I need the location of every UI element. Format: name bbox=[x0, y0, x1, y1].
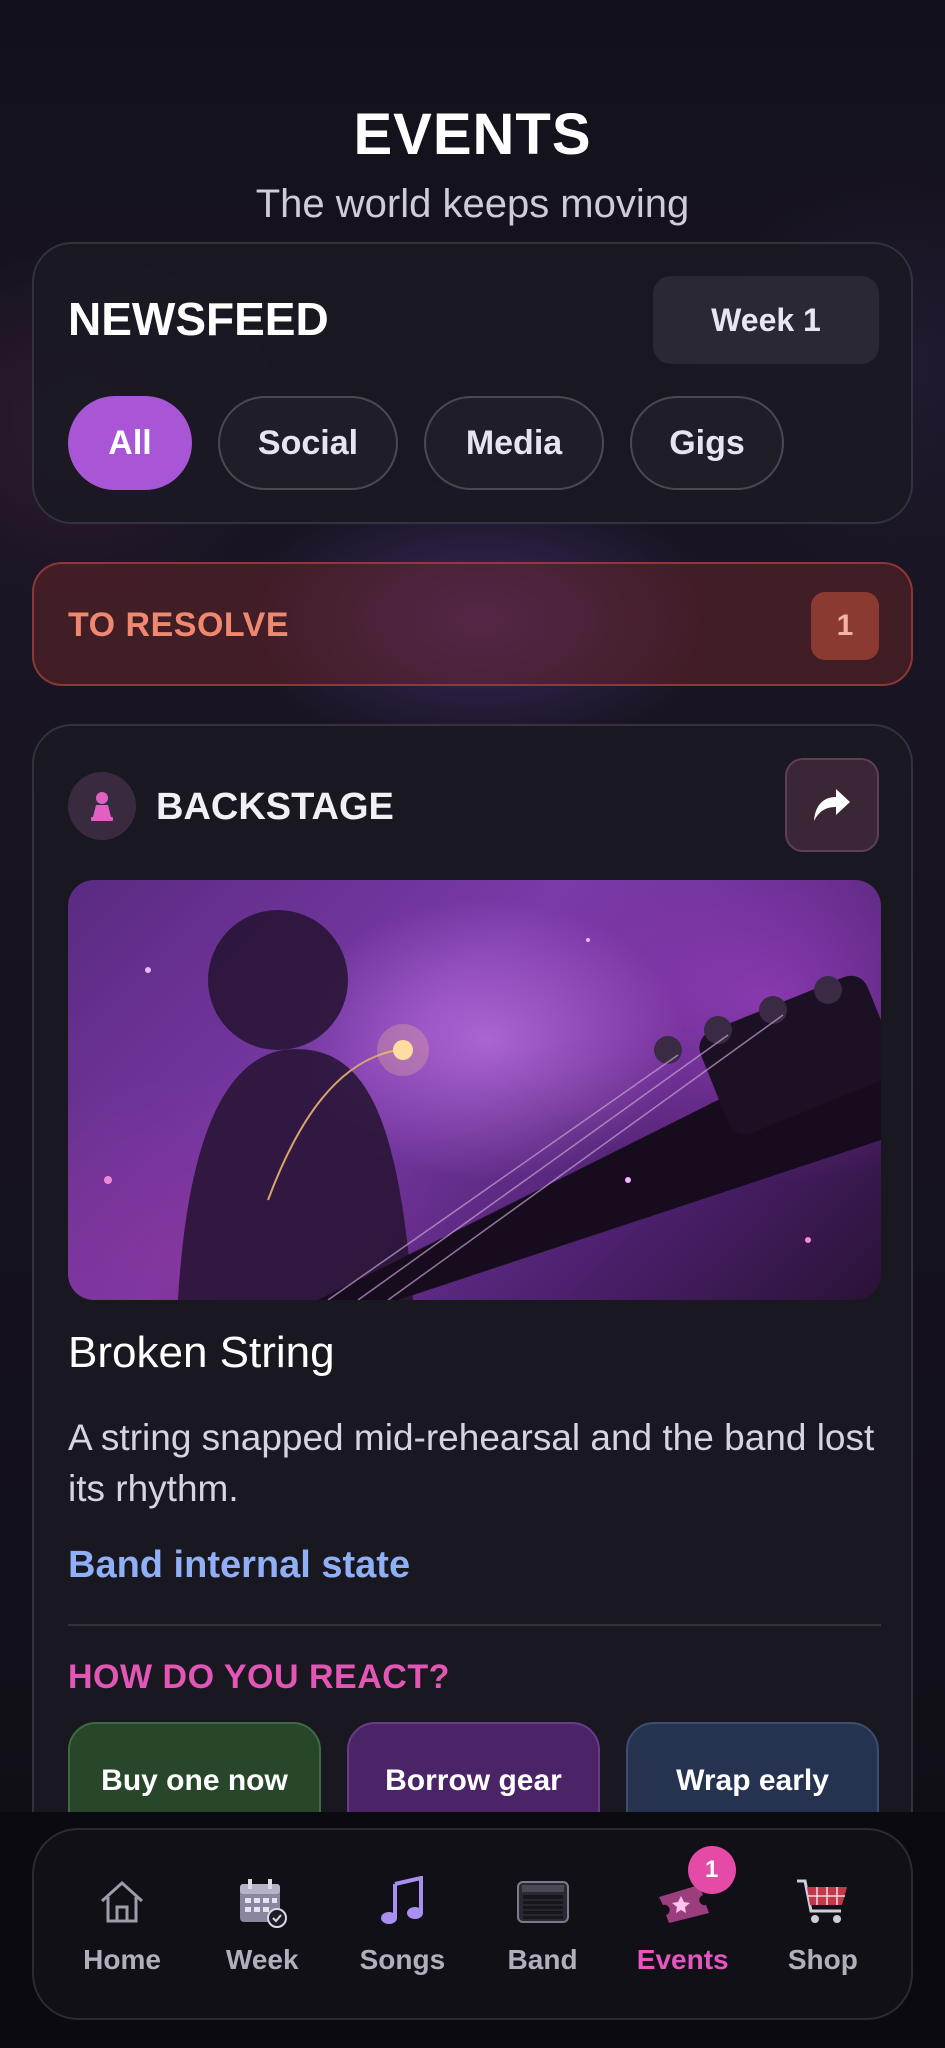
nav-home[interactable]: Home bbox=[57, 1872, 187, 1976]
filter-gigs[interactable]: Gigs bbox=[630, 396, 784, 490]
nav-events[interactable]: 1 Events bbox=[618, 1846, 748, 1976]
to-resolve-banner[interactable]: TO RESOLVE 1 bbox=[32, 562, 913, 686]
page-header: EVENTS The world keeps moving bbox=[0, 100, 945, 228]
filter-social[interactable]: Social bbox=[218, 396, 398, 490]
calendar-icon bbox=[232, 1872, 292, 1932]
filter-all[interactable]: All bbox=[68, 396, 192, 490]
home-icon bbox=[92, 1872, 152, 1932]
event-description: A string snapped mid-rehearsal and the b… bbox=[68, 1417, 875, 1509]
filter-chips: All Social Media Gigs bbox=[68, 396, 784, 490]
guitar-illustration bbox=[104, 910, 881, 1300]
cart-icon bbox=[793, 1872, 853, 1932]
nav-band[interactable]: Band bbox=[478, 1872, 608, 1976]
events-badge: 1 bbox=[687, 1846, 736, 1894]
bottom-nav: Home Week Songs Band 1 Events Shop bbox=[32, 1828, 913, 2020]
react-heading: HOW DO YOU REACT? bbox=[68, 1658, 450, 1696]
nav-label-home: Home bbox=[83, 1944, 161, 1975]
page-subtitle: The world keeps moving bbox=[255, 182, 690, 226]
newsfeed-card: NEWSFEED Week 1 All Social Media Gigs bbox=[32, 242, 913, 524]
to-resolve-count: 1 bbox=[811, 592, 879, 660]
event-image bbox=[68, 880, 881, 1300]
pawn-icon bbox=[68, 772, 136, 840]
week-button[interactable]: Week 1 bbox=[653, 276, 879, 364]
newsfeed-title: NEWSFEED bbox=[68, 293, 329, 345]
nav-shop[interactable]: Shop bbox=[758, 1872, 888, 1976]
event-tag[interactable]: Band internal state bbox=[68, 1544, 410, 1587]
nav-songs[interactable]: Songs bbox=[337, 1872, 467, 1976]
to-resolve-label: TO RESOLVE bbox=[68, 606, 290, 644]
share-button[interactable] bbox=[785, 758, 879, 852]
nav-week[interactable]: Week bbox=[197, 1872, 327, 1976]
page-title: EVENTS bbox=[353, 102, 592, 167]
nav-label-events: Events bbox=[636, 1944, 729, 1975]
nav-label-band: Band bbox=[507, 1944, 578, 1975]
music-note-icon bbox=[372, 1872, 432, 1932]
filter-media[interactable]: Media bbox=[424, 396, 604, 490]
nav-label-week: Week bbox=[225, 1944, 299, 1975]
amplifier-icon bbox=[513, 1872, 573, 1932]
share-arrow-icon bbox=[814, 789, 850, 821]
event-source: BACKSTAGE bbox=[156, 786, 394, 828]
divider bbox=[68, 1624, 881, 1626]
event-title: Broken String bbox=[68, 1328, 335, 1377]
nav-label-songs: Songs bbox=[359, 1944, 446, 1975]
nav-label-shop: Shop bbox=[787, 1944, 858, 1975]
